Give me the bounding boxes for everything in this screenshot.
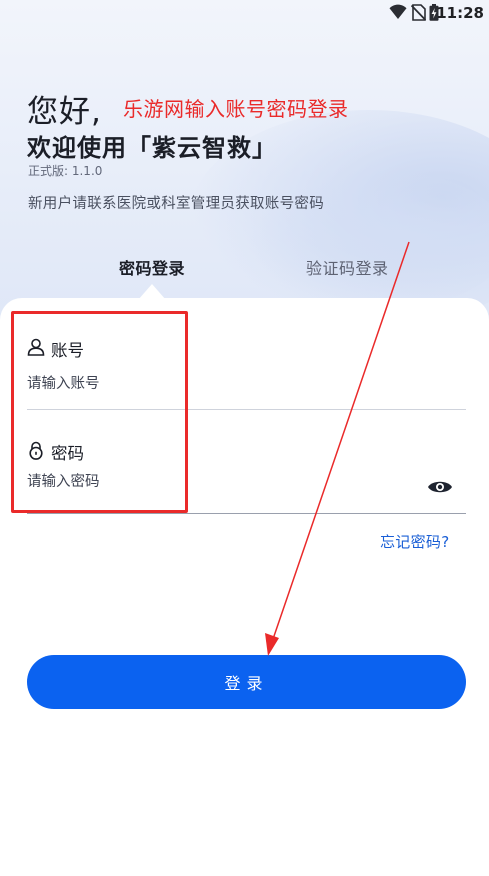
welcome-title: 欢迎使用「紫云智救」 [27,134,277,162]
account-hint: 新用户请联系医院或科室管理员获取账号密码 [28,196,324,212]
forgot-password-link[interactable]: 忘记密码? [380,531,449,552]
status-bar: 11:28 [0,0,489,28]
annotation-caption: 乐游网输入账号密码登录 [123,97,349,121]
annotation-highlight-box [11,311,188,513]
status-time: 11:28 [436,4,484,22]
greeting-title: 您好, [27,94,102,130]
tab-password-login[interactable]: 密码登录 [119,255,185,279]
tab-code-login[interactable]: 验证码登录 [306,255,389,279]
password-divider [27,513,466,514]
no-sim-icon [410,4,427,25]
eye-icon[interactable] [427,477,453,497]
version-label: 正式版: 1.1.0 [28,164,103,178]
login-button[interactable]: 登录 [27,655,466,709]
active-tab-indicator [138,284,166,300]
wifi-icon [389,4,407,24]
